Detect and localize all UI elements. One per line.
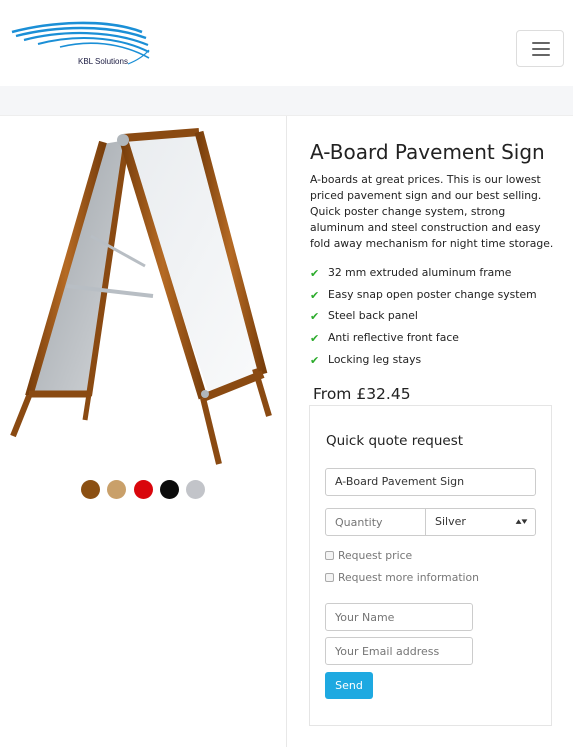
product-image <box>10 128 272 465</box>
feature-item: ✔ Locking leg stays <box>310 352 422 367</box>
logo-swoosh-icon <box>11 21 150 65</box>
request-info-label: Request more information <box>338 571 480 584</box>
quantity-input[interactable] <box>325 508 426 536</box>
menu-toggle-button[interactable] <box>516 30 564 67</box>
product-title: A-Board Pavement Sign <box>310 140 545 164</box>
check-icon: ✔ <box>310 288 320 302</box>
request-price-checkbox[interactable] <box>325 551 334 560</box>
check-icon: ✔ <box>310 267 320 280</box>
color-select[interactable]: Silver ▴▾ <box>425 508 536 536</box>
feature-item: ✔ Easy snap open poster change system <box>310 287 537 302</box>
request-info-checkbox[interactable] <box>325 573 334 582</box>
feature-item: ✔ 32 mm extruded aluminum frame <box>310 266 512 280</box>
color-swatch[interactable] <box>107 480 127 499</box>
check-icon: ✔ <box>310 353 320 367</box>
product-price: From £32.45 <box>313 385 411 403</box>
color-swatch[interactable] <box>159 480 179 499</box>
color-select-value: Silver <box>435 515 466 528</box>
request-price-label: Request price <box>338 549 413 562</box>
column-divider <box>286 116 287 747</box>
quick-quote-form: Quick quote request A-Board Pavement Sig… <box>309 405 552 726</box>
feature-item: ✔ Steel back panel <box>310 309 418 324</box>
brand-name: KBL Solutions <box>78 57 128 66</box>
color-swatch[interactable] <box>81 480 100 499</box>
name-input[interactable] <box>325 603 473 631</box>
navbar: KBL Solutions <box>0 0 573 86</box>
feature-list: ✔ 32 mm extruded aluminum frame ✔ Easy sna… <box>310 265 537 373</box>
send-button[interactable]: Send <box>325 672 373 699</box>
check-icon: ✔ <box>310 332 320 346</box>
email-input[interactable] <box>325 637 473 665</box>
product-name-field[interactable]: A-Board Pavement Sign <box>325 468 536 496</box>
select-arrows-icon: ▴▾ <box>515 517 528 527</box>
breadcrumb-band <box>0 86 573 116</box>
color-swatch[interactable] <box>133 480 153 499</box>
feature-item: ✔ Anti reflective front face <box>310 331 459 346</box>
brand-logo[interactable]: KBL Solutions <box>10 20 152 78</box>
quote-form-title: Quick quote request <box>326 433 464 449</box>
color-swatch[interactable] <box>186 480 206 499</box>
check-icon: ✔ <box>310 310 320 324</box>
product-description: A-boards at great prices. This is our lo… <box>310 173 554 250</box>
